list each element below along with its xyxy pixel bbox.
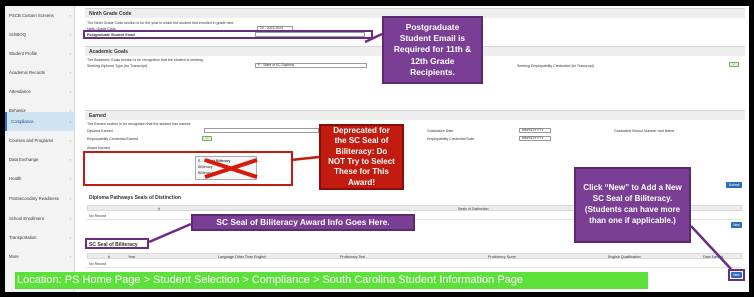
sidebar-item-school-enrollment[interactable]: School Enrollment › bbox=[5, 209, 75, 228]
new-button-highlight bbox=[728, 269, 745, 281]
employability-earned-label: Employability Credential Earned bbox=[87, 137, 139, 141]
chevron-right-icon: › bbox=[69, 119, 71, 124]
callout-click-new: Click “New” to Add a New SC Seal of Bili… bbox=[574, 167, 691, 243]
academic-goals-description: The Academic Goals section is for recogn… bbox=[87, 58, 204, 62]
pathways-col-number: # bbox=[158, 207, 160, 211]
sidebar-item-student-profile[interactable]: Student Profile › bbox=[5, 44, 75, 63]
sidebar-item-more[interactable]: More › bbox=[5, 247, 75, 266]
diploma-type-select[interactable]: P - State of SC Diploma bbox=[255, 63, 367, 68]
sidebar-item-compliance[interactable]: Compliance › bbox=[5, 112, 75, 131]
employability-seeking-label: Seeking Employability Credential (for Tr… bbox=[517, 64, 594, 68]
chevron-right-icon: › bbox=[69, 254, 71, 259]
sidebar-item-label: PSCB Custom Screens bbox=[9, 13, 54, 18]
diploma-earned-select[interactable] bbox=[204, 128, 319, 133]
section-header-earned: Earned bbox=[85, 110, 745, 120]
callout-award-info: SC Seal of Biliteracy Award Info Goes He… bbox=[191, 214, 415, 231]
location-banner: Location: PS Home Page > Student Selecti… bbox=[15, 272, 648, 289]
biliteracy-col-language: Language Other Than English bbox=[218, 255, 266, 259]
sidebar-item-label: School Enrollment bbox=[9, 216, 44, 221]
sidebar-item-label: Academic Records bbox=[9, 70, 46, 75]
chevron-right-icon: › bbox=[69, 13, 71, 18]
earned-description: The Earned section is for recognition th… bbox=[87, 122, 192, 126]
sidebar-item-academic-records[interactable]: Academic Records › bbox=[5, 63, 75, 82]
chevron-right-icon: › bbox=[69, 157, 71, 162]
submit-button[interactable]: Submit bbox=[726, 182, 742, 188]
chevron-right-icon: › bbox=[69, 216, 71, 221]
biliteracy-title-highlight bbox=[85, 238, 149, 249]
red-x-mark bbox=[204, 158, 258, 179]
employability-date-label: Employability Credential Date bbox=[427, 137, 475, 141]
sidebar-item-label: Transportation bbox=[9, 235, 37, 240]
table-row: No Record bbox=[87, 260, 742, 268]
chevron-right-icon: › bbox=[69, 51, 71, 56]
sidebar-item-label: Courses and Programs bbox=[9, 138, 54, 143]
award-earned-label: Award Earned bbox=[87, 146, 110, 150]
callout-postgrad-email: Postgraduate Student Email is Required f… bbox=[382, 16, 483, 84]
chevron-right-icon: › bbox=[69, 138, 71, 143]
biliteracy-col-date: Date Earned bbox=[703, 255, 724, 259]
sidebar-item-transportation[interactable]: Transportation › bbox=[5, 228, 75, 247]
sidebar-item-label: Compliance bbox=[11, 119, 34, 124]
chevron-right-icon: › bbox=[69, 195, 71, 201]
biliteracy-col-test: Proficiency Test bbox=[340, 255, 366, 259]
callout-deprecated: Deprecated for the SC Seal of Biliteracy… bbox=[319, 124, 404, 190]
sidebar-item-pscb-custom-screens[interactable]: PSCB Custom Screens › bbox=[5, 6, 75, 25]
ninth-grade-description: The Ninth Grade Code section is for the … bbox=[87, 21, 235, 25]
chevron-right-icon: › bbox=[69, 32, 71, 37]
graduation-date-label: Graduation Date bbox=[427, 129, 454, 133]
chevron-right-icon: › bbox=[69, 176, 71, 181]
sidebar-item-label: Health bbox=[9, 176, 22, 181]
sidebar-item-label: Data Exchange bbox=[9, 157, 39, 162]
employability-date-input[interactable]: MM/DD/YYYY bbox=[519, 136, 551, 141]
sidebar-item-label: SchBOQ bbox=[9, 32, 26, 37]
employability-seeking-checkbox[interactable]: ✓ bbox=[729, 62, 739, 67]
biliteracy-col-year: Year bbox=[128, 255, 136, 259]
employability-earned-checkbox[interactable]: ☐ bbox=[202, 136, 212, 141]
pathways-col-seals: Seals of Distinction bbox=[458, 207, 489, 211]
chevron-right-icon: › bbox=[69, 89, 71, 94]
sidebar-item-label: Attendance bbox=[9, 89, 31, 94]
sidebar-item-courses-and-programs[interactable]: Courses and Programs › bbox=[5, 131, 75, 150]
sidebar-item-label: Student Profile bbox=[9, 51, 38, 56]
biliteracy-col-english: English Qualification bbox=[608, 255, 641, 259]
chevron-right-icon: › bbox=[69, 70, 71, 75]
biliteracy-table-header: # Year Language Other Than English Profi… bbox=[87, 253, 742, 259]
sidebar-item-label: Postsecondary Readiness bbox=[9, 195, 59, 201]
pathways-new-button[interactable]: New bbox=[731, 222, 742, 228]
sidebar-item-attendance[interactable]: Attendance › bbox=[5, 82, 75, 101]
biliteracy-col-score: Proficiency Score bbox=[488, 255, 516, 259]
chevron-right-icon: › bbox=[69, 235, 71, 240]
postgrad-email-highlight bbox=[83, 30, 373, 39]
no-record-text: No Record bbox=[89, 214, 107, 218]
no-record-text: No Record bbox=[89, 262, 107, 266]
sidebar-item-postsecondary-readiness[interactable]: Postsecondary Readiness › bbox=[5, 188, 75, 208]
biliteracy-col-number: # bbox=[108, 255, 110, 259]
sidebar-nav: PSCB Custom Screens › SchBOQ › Student Pro… bbox=[5, 6, 75, 292]
sidebar-item-data-exchange[interactable]: Data Exchange › bbox=[5, 150, 75, 169]
graduated-school-label: Graduated School Number and Name bbox=[614, 129, 675, 133]
diploma-type-label: Seeking Diploma Type (for Transcript) bbox=[87, 64, 148, 68]
sidebar-item-health[interactable]: Health › bbox=[5, 169, 75, 188]
award-earned-highlight bbox=[83, 151, 293, 186]
sidebar-item-label: More bbox=[9, 254, 19, 259]
sidebar-item-schboq[interactable]: SchBOQ › bbox=[5, 25, 75, 44]
graduation-date-input[interactable]: MM/DD/YYYY bbox=[519, 128, 551, 133]
screenshot-frame: PSCB Custom Screens › SchBOQ › Student Pro… bbox=[5, 6, 749, 292]
diploma-earned-label: Diploma Earned bbox=[87, 129, 113, 133]
